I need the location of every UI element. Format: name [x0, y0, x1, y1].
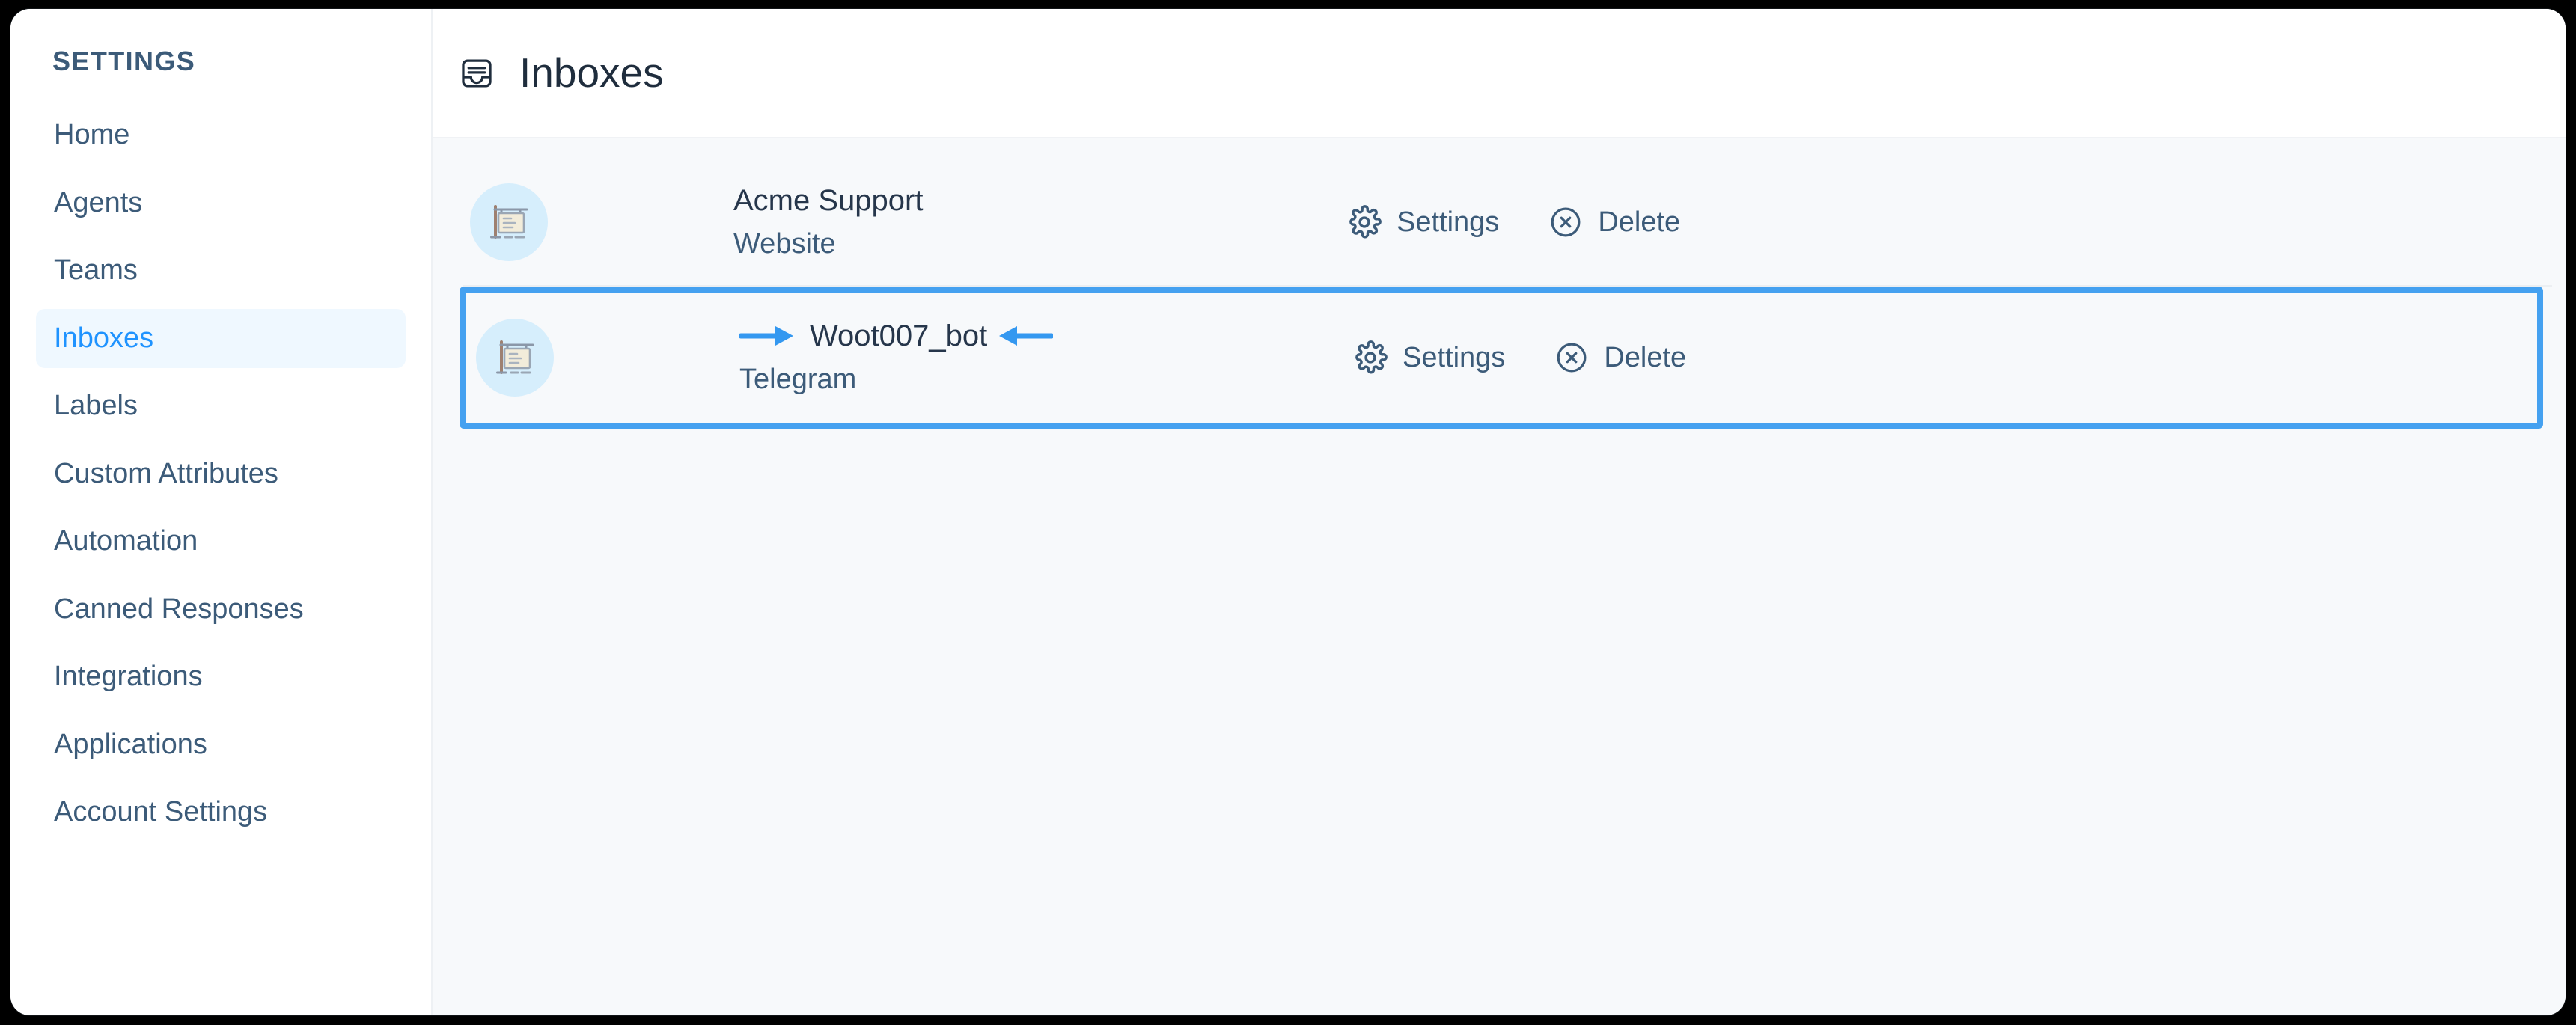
sidebar-item-canned-responses[interactable]: Canned Responses — [36, 580, 406, 640]
settings-button[interactable]: Settings — [1353, 340, 1505, 375]
sidebar-item-label: Inboxes — [54, 322, 154, 354]
sidebar-item-label: Canned Responses — [54, 593, 304, 625]
table-row[interactable]: Woot007_bot Telegram Settings Delete — [460, 287, 2543, 429]
main-content: Inboxes Acme Support Website Settings De… — [433, 9, 2566, 1015]
delete-button[interactable]: Delete — [1554, 340, 1686, 375]
inbox-channel: Website — [733, 228, 836, 260]
delete-button-label: Delete — [1598, 206, 1681, 238]
avatar — [470, 183, 548, 261]
settings-sidebar: SETTINGS Home Agents Teams Inboxes Label… — [10, 9, 433, 1015]
app-window: SETTINGS Home Agents Teams Inboxes Label… — [10, 9, 2566, 1015]
sidebar-item-inboxes[interactable]: Inboxes — [36, 308, 406, 369]
settings-button[interactable]: Settings — [1347, 205, 1499, 239]
row-actions: Settings Delete — [1347, 205, 1680, 239]
sidebar-item-label: Applications — [54, 728, 207, 760]
sidebar-item-account-settings[interactable]: Account Settings — [36, 783, 406, 842]
settings-button-label: Settings — [1397, 206, 1500, 238]
sidebar-item-label: Automation — [54, 525, 198, 557]
sidebar-item-label: Teams — [54, 254, 138, 287]
delete-button-label: Delete — [1604, 341, 1687, 373]
signboard-icon — [485, 198, 533, 246]
sidebar-item-label: Labels — [54, 390, 138, 422]
page-title: Inboxes — [519, 49, 664, 96]
sidebar-item-teams[interactable]: Teams — [36, 241, 406, 301]
annotation-arrow-right-icon — [738, 321, 799, 351]
inbox-list: Acme Support Website Settings Delete Woo… — [433, 138, 2566, 1015]
sidebar-item-integrations[interactable]: Integrations — [36, 647, 406, 707]
page-header: Inboxes — [433, 9, 2566, 138]
inbox-meta: Woot007_bot Telegram — [738, 317, 1353, 398]
gear-icon — [1353, 340, 1388, 375]
sidebar-item-custom-attributes[interactable]: Custom Attributes — [36, 444, 406, 504]
circle-x-icon — [1554, 340, 1589, 375]
inbox-meta: Acme Support Website — [733, 182, 1347, 263]
sidebar-item-label: Home — [54, 119, 130, 151]
sidebar-item-home[interactable]: Home — [36, 105, 406, 165]
table-row[interactable]: Acme Support Website Settings Delete — [433, 158, 2566, 287]
inbox-name: Woot007_bot — [738, 317, 1353, 355]
gear-icon — [1347, 205, 1382, 239]
sidebar-item-applications[interactable]: Applications — [36, 715, 406, 775]
inbox-icon — [460, 56, 494, 91]
sidebar-item-label: Agents — [54, 186, 143, 218]
circle-x-icon — [1548, 205, 1583, 239]
sidebar-item-labels[interactable]: Labels — [36, 376, 406, 436]
inbox-name: Acme Support — [733, 182, 1347, 219]
sidebar-item-label: Integrations — [54, 661, 203, 693]
sidebar-item-label: Account Settings — [54, 796, 268, 828]
delete-button[interactable]: Delete — [1548, 205, 1680, 239]
sidebar-item-label: Custom Attributes — [54, 457, 278, 489]
sidebar-item-automation[interactable]: Automation — [36, 512, 406, 572]
signboard-icon — [491, 334, 539, 382]
inbox-name-text: Acme Support — [733, 184, 924, 218]
settings-button-label: Settings — [1403, 341, 1506, 373]
avatar — [476, 319, 554, 397]
sidebar-heading: SETTINGS — [52, 46, 196, 76]
row-actions: Settings Delete — [1353, 340, 1686, 375]
inbox-name-text: Woot007_bot — [810, 319, 988, 353]
inbox-channel: Telegram — [739, 364, 857, 396]
sidebar-item-agents[interactable]: Agents — [36, 174, 406, 233]
annotation-arrow-left-icon — [993, 321, 1054, 351]
